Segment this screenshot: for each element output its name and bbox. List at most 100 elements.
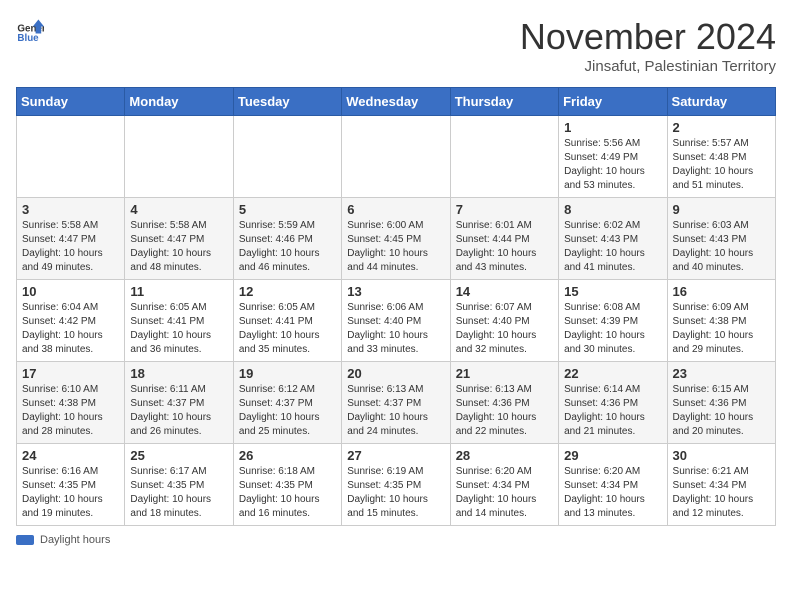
day-info: Sunrise: 6:18 AM Sunset: 4:35 PM Dayligh… (239, 465, 336, 521)
day-number: 14 (456, 284, 553, 299)
calendar-cell: 3Sunrise: 5:58 AM Sunset: 4:47 PM Daylig… (17, 198, 125, 280)
calendar-cell (342, 116, 450, 198)
day-info: Sunrise: 6:16 AM Sunset: 4:35 PM Dayligh… (22, 465, 119, 521)
calendar-cell: 27 Sunrise: 6:19 AM Sunset: 4:35 PM Dayli… (342, 444, 450, 526)
day-info: Sunrise: 6:20 AM Sunset: 4:34 PM Dayligh… (564, 465, 661, 521)
logo-icon: General Blue (16, 16, 44, 44)
day-number: 23 (673, 366, 770, 381)
calendar-cell: 29 Sunrise: 6:20 AM Sunset: 4:34 PM Dayli… (559, 444, 667, 526)
calendar-cell: 30 Sunrise: 6:21 AM Sunset: 4:34 PM Dayli… (667, 444, 775, 526)
calendar-cell: 22Sunrise: 6:14 AM Sunset: 4:36 PM Dayli… (559, 362, 667, 444)
header-day-friday: Friday (559, 88, 667, 116)
logo: General Blue (16, 16, 44, 44)
day-number: 11 (130, 284, 227, 299)
header-day-saturday: Saturday (667, 88, 775, 116)
day-number: 15 (564, 284, 661, 299)
calendar-cell: 16Sunrise: 6:09 AM Sunset: 4:38 PM Dayli… (667, 280, 775, 362)
day-info: Sunrise: 5:58 AM Sunset: 4:47 PM Dayligh… (130, 219, 227, 275)
day-number: 24 (22, 448, 119, 463)
calendar-week-row: 10 Sunrise: 6:04 AM Sunset: 4:42 PM Dayli… (17, 280, 776, 362)
calendar-cell (17, 116, 125, 198)
calendar-cell: 7 Sunrise: 6:01 AM Sunset: 4:44 PM Daylig… (450, 198, 558, 280)
day-info: Sunrise: 6:15 AM Sunset: 4:36 PM Dayligh… (673, 383, 770, 439)
day-number: 26 (239, 448, 336, 463)
day-info: Sunrise: 6:04 AM Sunset: 4:42 PM Dayligh… (22, 301, 119, 357)
day-number: 19 (239, 366, 336, 381)
calendar-cell: 8Sunrise: 6:02 AM Sunset: 4:43 PM Daylig… (559, 198, 667, 280)
day-info: Sunrise: 5:56 AM Sunset: 4:49 PM Dayligh… (564, 137, 661, 193)
day-info: Sunrise: 6:07 AM Sunset: 4:40 PM Dayligh… (456, 301, 553, 357)
day-number: 21 (456, 366, 553, 381)
calendar-cell (450, 116, 558, 198)
calendar-cell: 19 Sunrise: 6:12 AM Sunset: 4:37 PM Dayli… (233, 362, 341, 444)
calendar-cell: 11 Sunrise: 6:05 AM Sunset: 4:41 PM Dayli… (125, 280, 233, 362)
day-number: 2 (673, 120, 770, 135)
calendar-cell: 26 Sunrise: 6:18 AM Sunset: 4:35 PM Dayli… (233, 444, 341, 526)
day-number: 17 (22, 366, 119, 381)
header: General Blue November 2024 Jinsafut, Pal… (16, 16, 776, 75)
calendar-cell: 17 Sunrise: 6:10 AM Sunset: 4:38 PM Dayli… (17, 362, 125, 444)
day-info: Sunrise: 6:03 AM Sunset: 4:43 PM Dayligh… (673, 219, 770, 275)
day-info: Sunrise: 6:19 AM Sunset: 4:35 PM Dayligh… (347, 465, 444, 521)
day-info: Sunrise: 6:02 AM Sunset: 4:43 PM Dayligh… (564, 219, 661, 275)
calendar-header-row: SundayMondayTuesdayWednesdayThursdayFrid… (17, 88, 776, 116)
calendar-week-row: 3Sunrise: 5:58 AM Sunset: 4:47 PM Daylig… (17, 198, 776, 280)
day-number: 1 (564, 120, 661, 135)
legend: Daylight hours (16, 534, 776, 546)
day-info: Sunrise: 6:11 AM Sunset: 4:37 PM Dayligh… (130, 383, 227, 439)
location-subtitle: Jinsafut, Palestinian Territory (520, 58, 776, 75)
calendar-cell: 24 Sunrise: 6:16 AM Sunset: 4:35 PM Dayli… (17, 444, 125, 526)
calendar-cell: 4Sunrise: 5:58 AM Sunset: 4:47 PM Daylig… (125, 198, 233, 280)
day-number: 30 (673, 448, 770, 463)
day-info: Sunrise: 6:12 AM Sunset: 4:37 PM Dayligh… (239, 383, 336, 439)
day-number: 29 (564, 448, 661, 463)
day-info: Sunrise: 6:08 AM Sunset: 4:39 PM Dayligh… (564, 301, 661, 357)
day-info: Sunrise: 6:05 AM Sunset: 4:41 PM Dayligh… (130, 301, 227, 357)
day-number: 9 (673, 202, 770, 217)
header-day-monday: Monday (125, 88, 233, 116)
day-info: Sunrise: 6:00 AM Sunset: 4:45 PM Dayligh… (347, 219, 444, 275)
day-info: Sunrise: 5:57 AM Sunset: 4:48 PM Dayligh… (673, 137, 770, 193)
day-info: Sunrise: 6:10 AM Sunset: 4:38 PM Dayligh… (22, 383, 119, 439)
day-number: 20 (347, 366, 444, 381)
calendar-cell: 18Sunrise: 6:11 AM Sunset: 4:37 PM Dayli… (125, 362, 233, 444)
calendar-cell: 9 Sunrise: 6:03 AM Sunset: 4:43 PM Daylig… (667, 198, 775, 280)
calendar-cell: 28 Sunrise: 6:20 AM Sunset: 4:34 PM Dayli… (450, 444, 558, 526)
day-info: Sunrise: 6:05 AM Sunset: 4:41 PM Dayligh… (239, 301, 336, 357)
day-info: Sunrise: 6:13 AM Sunset: 4:36 PM Dayligh… (456, 383, 553, 439)
day-number: 5 (239, 202, 336, 217)
day-number: 13 (347, 284, 444, 299)
calendar-cell: 2 Sunrise: 5:57 AM Sunset: 4:48 PM Daylig… (667, 116, 775, 198)
day-info: Sunrise: 6:13 AM Sunset: 4:37 PM Dayligh… (347, 383, 444, 439)
day-number: 7 (456, 202, 553, 217)
day-info: Sunrise: 6:17 AM Sunset: 4:35 PM Dayligh… (130, 465, 227, 521)
calendar-cell: 6 Sunrise: 6:00 AM Sunset: 4:45 PM Daylig… (342, 198, 450, 280)
day-info: Sunrise: 6:20 AM Sunset: 4:34 PM Dayligh… (456, 465, 553, 521)
calendar-cell: 25 Sunrise: 6:17 AM Sunset: 4:35 PM Dayli… (125, 444, 233, 526)
calendar-week-row: 1 Sunrise: 5:56 AM Sunset: 4:49 PM Daylig… (17, 116, 776, 198)
day-number: 6 (347, 202, 444, 217)
day-number: 25 (130, 448, 227, 463)
day-number: 27 (347, 448, 444, 463)
day-number: 10 (22, 284, 119, 299)
svg-text:Blue: Blue (17, 33, 39, 44)
calendar-cell: 20 Sunrise: 6:13 AM Sunset: 4:37 PM Dayli… (342, 362, 450, 444)
daylight-label: Daylight hours (40, 534, 110, 546)
day-info: Sunrise: 6:14 AM Sunset: 4:36 PM Dayligh… (564, 383, 661, 439)
header-day-wednesday: Wednesday (342, 88, 450, 116)
day-info: Sunrise: 5:59 AM Sunset: 4:46 PM Dayligh… (239, 219, 336, 275)
legend-color-box (16, 535, 34, 545)
calendar-cell: 14 Sunrise: 6:07 AM Sunset: 4:40 PM Dayli… (450, 280, 558, 362)
day-info: Sunrise: 6:21 AM Sunset: 4:34 PM Dayligh… (673, 465, 770, 521)
calendar-cell (125, 116, 233, 198)
calendar-cell: 23 Sunrise: 6:15 AM Sunset: 4:36 PM Dayli… (667, 362, 775, 444)
day-info: Sunrise: 6:01 AM Sunset: 4:44 PM Dayligh… (456, 219, 553, 275)
header-day-thursday: Thursday (450, 88, 558, 116)
calendar-table: SundayMondayTuesdayWednesdayThursdayFrid… (16, 87, 776, 526)
calendar-cell (233, 116, 341, 198)
day-number: 28 (456, 448, 553, 463)
calendar-cell: 12 Sunrise: 6:05 AM Sunset: 4:41 PM Dayli… (233, 280, 341, 362)
day-number: 12 (239, 284, 336, 299)
day-info: Sunrise: 6:09 AM Sunset: 4:38 PM Dayligh… (673, 301, 770, 357)
calendar-cell: 1 Sunrise: 5:56 AM Sunset: 4:49 PM Daylig… (559, 116, 667, 198)
